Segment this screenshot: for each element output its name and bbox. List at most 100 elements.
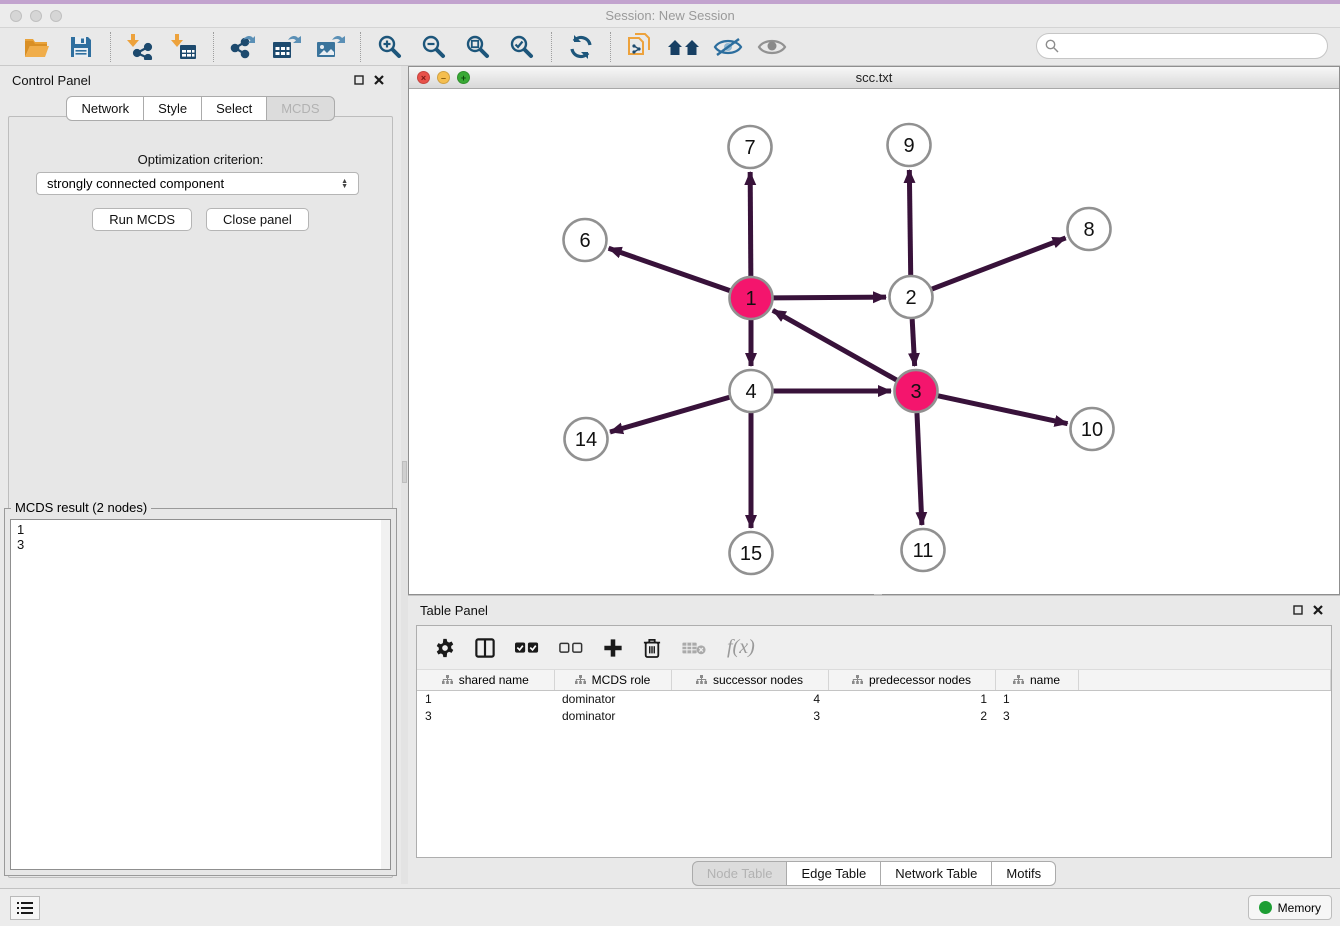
column-type-icon (575, 675, 586, 685)
export-table-button[interactable] (268, 31, 306, 63)
refresh-layout-button[interactable] (562, 31, 600, 63)
table-header-row: shared nameMCDS rolesuccessor nodesprede… (417, 670, 1331, 690)
tab-motifs[interactable]: Motifs (992, 861, 1056, 886)
graph-node-1[interactable]: 1 (730, 277, 773, 319)
table-cell[interactable]: 3 (671, 707, 828, 724)
float-table-panel-button[interactable] (1288, 601, 1308, 619)
function-builder-button[interactable]: f(x) (727, 636, 755, 659)
tab-select[interactable]: Select (202, 96, 267, 121)
graph-node-8[interactable]: 8 (1068, 208, 1111, 250)
graph-node-14[interactable]: 14 (565, 418, 608, 460)
show-column-panel-button[interactable] (475, 638, 495, 658)
graph-edge-1-7[interactable] (750, 172, 751, 276)
task-history-button[interactable] (10, 896, 40, 920)
result-scrollbar[interactable] (381, 520, 390, 869)
float-panel-button[interactable] (349, 71, 369, 89)
import-network-button[interactable] (121, 31, 159, 63)
zoom-selected-button[interactable] (503, 31, 541, 63)
table-cell[interactable]: 1 (828, 690, 995, 707)
node-label: 6 (579, 230, 590, 252)
run-mcds-button[interactable]: Run MCDS (92, 208, 192, 231)
table-cell[interactable]: 3 (995, 707, 1078, 724)
memory-status-button[interactable]: Memory (1248, 895, 1332, 920)
deselect-all-columns-button[interactable] (559, 642, 583, 654)
table-cell[interactable]: dominator (554, 707, 671, 724)
graph-edge-3-10[interactable] (938, 396, 1068, 424)
graph-node-11[interactable]: 11 (902, 529, 945, 571)
table-body: 1dominator4113dominator323 (417, 690, 1331, 724)
select-all-columns-button[interactable] (515, 642, 539, 654)
hide-selected-button[interactable] (709, 31, 747, 63)
close-panel-button[interactable] (369, 71, 389, 89)
create-column-button[interactable] (603, 638, 623, 658)
graph-edge-2-9[interactable] (909, 170, 910, 275)
zoom-selected-icon (509, 34, 535, 60)
table-cell[interactable]: 3 (417, 707, 554, 724)
graph-node-9[interactable]: 9 (888, 124, 931, 166)
table-cell[interactable]: 1 (995, 690, 1078, 707)
checked-boxes-icon (515, 642, 539, 654)
tab-edge-table[interactable]: Edge Table (787, 861, 881, 886)
save-session-button[interactable] (62, 31, 100, 63)
graph-node-6[interactable]: 6 (564, 219, 607, 261)
zoom-out-button[interactable] (415, 31, 453, 63)
table-cell[interactable]: 2 (828, 707, 995, 724)
network-graph[interactable]: 7 9 6 8 1 2 4 3 14 10 15 11 (409, 89, 1339, 594)
mcds-result-text[interactable]: 1 3 (10, 519, 391, 870)
graph-edge-2-3[interactable] (912, 319, 915, 366)
table-cell[interactable]: 4 (671, 690, 828, 707)
graph-node-2[interactable]: 2 (890, 276, 933, 318)
graph-node-3[interactable]: 3 (895, 370, 938, 412)
table-row[interactable]: 3dominator323 (417, 707, 1331, 724)
main-toolbar (0, 28, 1340, 66)
tab-network[interactable]: Network (66, 96, 144, 121)
node-label: 11 (913, 540, 934, 562)
graph-edge-1-6[interactable] (609, 248, 731, 290)
column-header-MCDS-role[interactable]: MCDS role (554, 670, 671, 690)
table-cell[interactable]: 1 (417, 690, 554, 707)
network-canvas[interactable]: 7 9 6 8 1 2 4 3 14 10 15 11 (409, 89, 1339, 594)
table-row[interactable]: 1dominator411 (417, 690, 1331, 707)
export-image-button[interactable] (312, 31, 350, 63)
splitter-grip[interactable] (402, 461, 407, 483)
import-table-button[interactable] (165, 31, 203, 63)
graph-edge-3-11[interactable] (917, 413, 922, 525)
graph-node-4[interactable]: 4 (730, 370, 773, 412)
open-session-button[interactable] (18, 31, 56, 63)
vertical-splitter[interactable] (401, 66, 408, 884)
first-neighbors-button[interactable] (665, 31, 703, 63)
tab-style[interactable]: Style (144, 96, 202, 121)
import-table-icon (171, 34, 197, 60)
export-network-button[interactable] (224, 31, 262, 63)
column-label: name (1030, 673, 1060, 687)
zoom-fit-button[interactable] (459, 31, 497, 63)
column-header-name[interactable]: name (995, 670, 1078, 690)
zoom-in-button[interactable] (371, 31, 409, 63)
graph-node-7[interactable]: 7 (729, 126, 772, 168)
close-mcds-panel-button[interactable]: Close panel (206, 208, 309, 231)
open-folder-icon (24, 36, 50, 58)
graph-edge-2-8[interactable] (932, 238, 1066, 289)
column-header-successor-nodes[interactable]: successor nodes (671, 670, 828, 690)
new-network-from-selection-button[interactable] (621, 31, 659, 63)
network-window-titlebar[interactable]: × – + scc.txt (409, 67, 1339, 89)
show-all-button[interactable] (753, 31, 791, 63)
tab-mcds[interactable]: MCDS (267, 96, 334, 121)
column-header-predecessor-nodes[interactable]: predecessor nodes (828, 670, 995, 690)
criterion-select[interactable]: strongly connected component ▲▼ (36, 172, 359, 195)
delete-table-button[interactable] (681, 640, 707, 656)
close-table-panel-button[interactable] (1308, 601, 1328, 619)
graph-node-15[interactable]: 15 (730, 532, 773, 574)
tab-node-table[interactable]: Node Table (692, 861, 788, 886)
graph-edge-4-14[interactable] (610, 397, 730, 432)
table-settings-button[interactable] (435, 638, 455, 658)
graph-node-10[interactable]: 10 (1071, 408, 1114, 450)
delete-column-button[interactable] (643, 638, 661, 658)
graph-edge-1-2[interactable] (773, 297, 886, 298)
table-cell[interactable]: dominator (554, 690, 671, 707)
tab-network-table[interactable]: Network Table (881, 861, 992, 886)
column-header-shared-name[interactable]: shared name (417, 670, 554, 690)
search-field[interactable] (1036, 33, 1328, 59)
graph-edge-3-1[interactable] (773, 310, 897, 380)
search-input[interactable] (1064, 39, 1319, 54)
